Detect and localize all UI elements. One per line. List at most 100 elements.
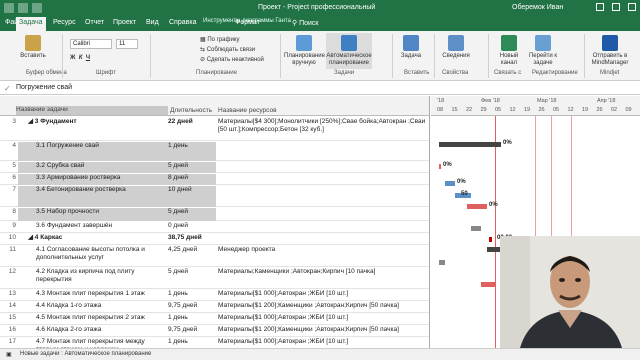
task-name-cell[interactable]: 4.5 Монтаж плит перекрытия 2 этаж bbox=[18, 314, 168, 325]
row-number[interactable]: 13 bbox=[2, 290, 16, 298]
gantt-bar[interactable] bbox=[467, 204, 487, 209]
table-row[interactable]: 11 4.1 Согласование высоты потолка и допо… bbox=[0, 245, 429, 267]
gantt-bar[interactable] bbox=[471, 226, 481, 231]
row-number[interactable]: 14 bbox=[2, 302, 16, 310]
task-name-cell[interactable]: ◢ 3 Фундамент bbox=[18, 118, 168, 141]
table-row[interactable]: 6 3.3 Армирование ростверка 8 дней bbox=[0, 173, 429, 185]
by-schedule-button[interactable]: ▦ По графику bbox=[200, 36, 240, 43]
info-button[interactable]: Сведения bbox=[440, 35, 472, 60]
entry-field[interactable]: Погружение свай bbox=[16, 84, 72, 91]
row-number[interactable]: 15 bbox=[2, 314, 16, 322]
task-name-cell[interactable]: 3.3 Армирование ростверка bbox=[18, 174, 168, 185]
inactivate-button[interactable]: ⊘ Сделать неактивной bbox=[200, 56, 264, 63]
duration-cell[interactable]: 10 дней bbox=[168, 186, 216, 207]
search-box[interactable]: ⚲ Поиск bbox=[292, 19, 318, 27]
task-name-cell[interactable]: 3.1 Погружение свай bbox=[18, 142, 168, 161]
table-row[interactable]: 7 3.4 Бетонирование ростверка 10 дней bbox=[0, 185, 429, 207]
gantt-bar[interactable] bbox=[481, 282, 495, 287]
user-name[interactable]: Оберемок Иван bbox=[512, 4, 563, 11]
tab-task[interactable]: Задача bbox=[16, 17, 46, 31]
gantt-bar[interactable] bbox=[439, 142, 501, 147]
gantt-bar[interactable] bbox=[439, 260, 445, 265]
duration-cell[interactable]: 9,75 дней bbox=[168, 302, 216, 313]
respect-links-button[interactable]: ⇆ Соблюдать связи bbox=[200, 46, 255, 53]
table-row[interactable]: 10 ◢ 4 Каркас 38,75 дней bbox=[0, 233, 429, 245]
row-number[interactable]: 8 bbox=[2, 208, 16, 216]
row-number[interactable]: 12 bbox=[2, 268, 16, 276]
tab-report[interactable]: Отчет bbox=[82, 19, 107, 26]
duration-cell[interactable]: 1 день bbox=[168, 338, 216, 348]
auto-schedule-button[interactable]: Автоматическое планирование bbox=[326, 33, 372, 69]
task-name-cell[interactable]: 4.7 Монтаж плит перекрытия между вторым … bbox=[18, 338, 168, 348]
row-number[interactable]: 9 bbox=[2, 222, 16, 230]
row-number[interactable]: 6 bbox=[2, 174, 16, 182]
font-size-select[interactable]: 11 bbox=[116, 39, 138, 49]
redo-icon[interactable] bbox=[32, 3, 42, 13]
duration-cell[interactable]: 22 дней bbox=[168, 118, 216, 141]
resource-cell[interactable]: Материалы[$4 300];Монолитчики [250%];Сва… bbox=[218, 118, 428, 134]
close-icon[interactable] bbox=[628, 3, 636, 11]
column-header-resources[interactable]: Название ресурсов bbox=[218, 107, 277, 114]
task-name-cell[interactable]: 4.2 Кладка из кирпича под плиту перекрыт… bbox=[18, 268, 168, 289]
minimize-icon[interactable] bbox=[596, 3, 604, 11]
row-number[interactable]: 11 bbox=[2, 246, 16, 254]
undo-icon[interactable] bbox=[18, 3, 28, 13]
task-name-cell[interactable]: ◢ 4 Каркас bbox=[18, 234, 168, 245]
task-name-cell[interactable]: 4.4 Кладка 1-го этажа bbox=[18, 302, 168, 313]
resource-cell[interactable]: Материалы[$1 000];Автокран ;ЖБИ [10 шт.] bbox=[218, 314, 428, 322]
column-header-duration[interactable]: Длительность bbox=[170, 107, 212, 114]
task-name-cell[interactable]: 3.4 Бетонирование ростверка bbox=[18, 186, 168, 207]
table-row[interactable]: 12 4.2 Кладка из кирпича под плиту перекр… bbox=[0, 267, 429, 289]
resource-cell[interactable]: Материалы[$1 000];Автокран ;ЖБИ [10 шт.] bbox=[218, 290, 428, 298]
resource-cell[interactable]: Материалы;Каменщики ;Автокран;Кирпич [10… bbox=[218, 268, 428, 276]
tab-resource[interactable]: Ресурс bbox=[50, 19, 79, 26]
table-row[interactable]: 16 4.6 Кладка 2-го этажа 9,75 дней Материал… bbox=[0, 325, 429, 337]
table-row[interactable]: 3 ◢ 3 Фундамент 22 дней Материалы[$4 300];М… bbox=[0, 117, 429, 141]
gantt-bar[interactable] bbox=[489, 237, 492, 242]
font-name-select[interactable]: Calibri bbox=[70, 39, 112, 49]
task-name-cell[interactable]: 3.2 Срубка свай bbox=[18, 162, 168, 173]
duration-cell[interactable]: 0 дней bbox=[168, 222, 216, 233]
resource-cell[interactable]: Материалы[$1 200];Каменщики ;Автокран;Ки… bbox=[218, 326, 428, 334]
duration-cell[interactable]: 8 дней bbox=[168, 174, 216, 185]
task-name-cell[interactable]: 3.5 Набор прочности bbox=[18, 208, 168, 221]
row-number[interactable]: 5 bbox=[2, 162, 16, 170]
tab-help[interactable]: Справка bbox=[166, 19, 199, 26]
mindmanager-button[interactable]: Отправить в MindManager bbox=[588, 35, 632, 67]
manual-schedule-button[interactable]: Планирование вручную bbox=[284, 35, 325, 67]
table-row[interactable]: 8 3.5 Набор прочности 5 дней bbox=[0, 207, 429, 221]
row-number[interactable]: 16 bbox=[2, 326, 16, 334]
resource-cell[interactable]: Менеджер проекта bbox=[218, 246, 428, 254]
teams-channel-button[interactable]: Новый канал bbox=[494, 35, 524, 67]
row-number[interactable]: 17 bbox=[2, 338, 16, 346]
table-row[interactable]: 13 4.3 Монтаж плит перекрытия 1 этаж 1 ден… bbox=[0, 289, 429, 301]
row-number[interactable]: 4 bbox=[2, 142, 16, 150]
maximize-icon[interactable] bbox=[612, 3, 620, 11]
bold-button[interactable]: Ж К Ч bbox=[70, 55, 90, 61]
task-name-cell[interactable]: 3.6 Фундамент завершён bbox=[18, 222, 168, 233]
task-name-cell[interactable]: 4.6 Кладка 2-го этажа bbox=[18, 326, 168, 337]
save-icon[interactable] bbox=[4, 3, 14, 13]
duration-cell[interactable]: 1 день bbox=[168, 142, 216, 161]
tab-format[interactable]: Формат bbox=[232, 19, 263, 26]
task-name-cell[interactable]: 4.3 Монтаж плит перекрытия 1 этаж bbox=[18, 290, 168, 301]
gantt-bar[interactable] bbox=[439, 164, 441, 169]
paste-button[interactable]: Вставить bbox=[18, 35, 48, 60]
table-row[interactable]: 174.7 Монтаж плит перекрытия между вторы… bbox=[0, 337, 429, 348]
resource-cell[interactable]: Материалы[$1 200];Каменщики ;Автокран;Ки… bbox=[218, 302, 428, 310]
table-row[interactable]: 5 3.2 Срубка свай 5 дней bbox=[0, 161, 429, 173]
task-name-cell[interactable]: 4.1 Согласование высоты потолка и дополн… bbox=[18, 246, 168, 267]
row-number[interactable]: 10 bbox=[2, 234, 16, 242]
duration-cell[interactable]: 5 дней bbox=[168, 162, 216, 173]
duration-cell[interactable]: 4,25 дней bbox=[168, 246, 216, 267]
status-text[interactable]: Новые задачи : Автоматическое планирован… bbox=[20, 351, 151, 357]
goto-task-button[interactable]: Перейти к задаче bbox=[528, 35, 558, 67]
table-row[interactable]: 15 4.5 Монтаж плит перекрытия 2 этаж 1 ден… bbox=[0, 313, 429, 325]
column-header-name[interactable]: Название задачи bbox=[16, 106, 168, 115]
insert-task-button[interactable]: Задача bbox=[398, 35, 424, 60]
tab-view[interactable]: Вид bbox=[143, 19, 162, 26]
row-number[interactable]: 7 bbox=[2, 186, 16, 194]
table-row[interactable]: 14 4.4 Кладка 1-го этажа 9,75 дней Материал… bbox=[0, 301, 429, 313]
duration-cell[interactable]: 5 дней bbox=[168, 208, 216, 221]
row-number[interactable]: 3 bbox=[2, 118, 16, 126]
